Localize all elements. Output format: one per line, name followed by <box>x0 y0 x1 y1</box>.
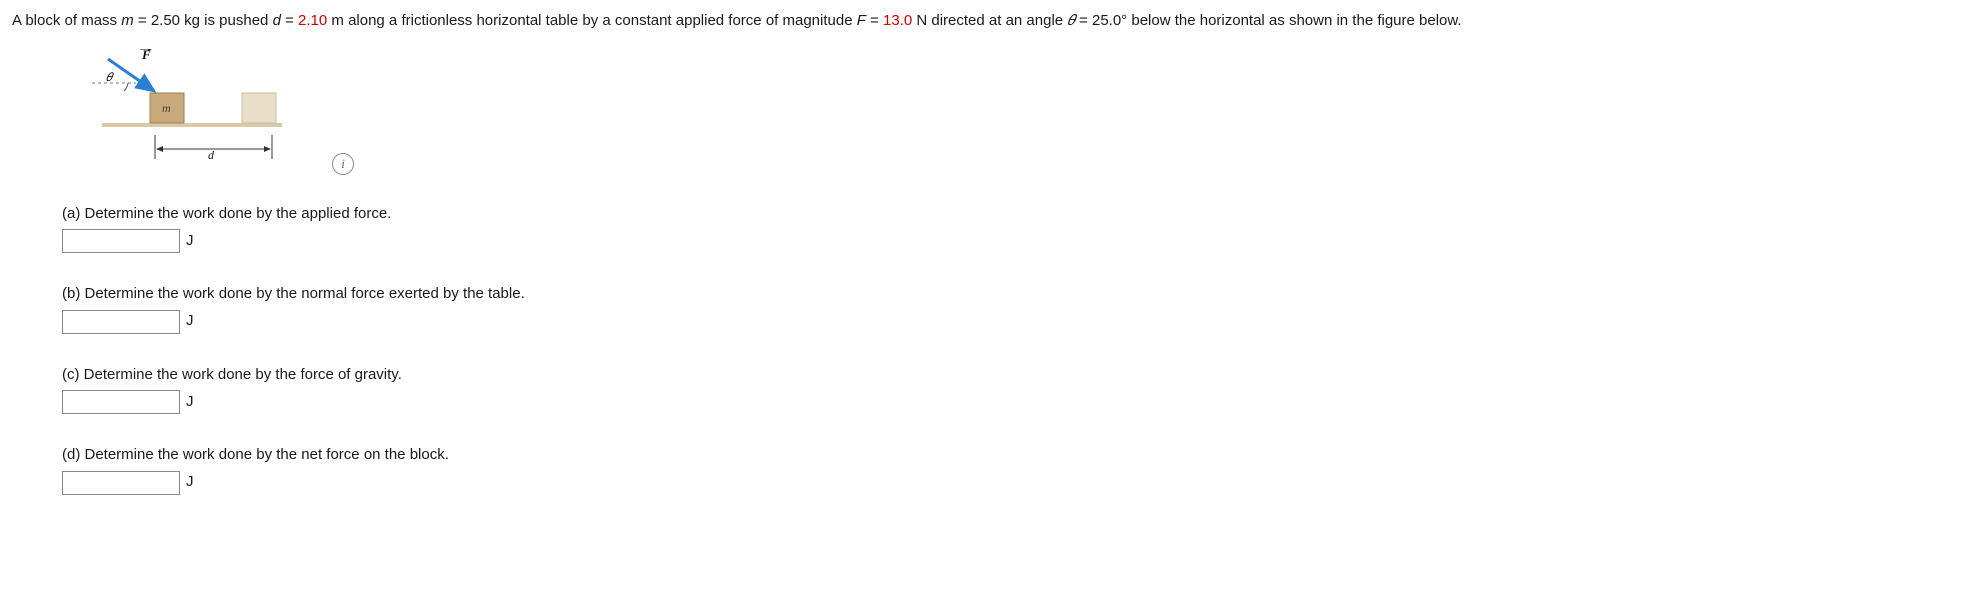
part-c-input[interactable] <box>62 390 180 414</box>
part-d-unit: J <box>186 471 194 494</box>
text-fragment: A block of mass <box>12 12 121 29</box>
part-a: (a) Determine the work done by the appli… <box>62 203 1952 254</box>
part-a-input[interactable] <box>62 229 180 253</box>
text-fragment: m along a frictionless horizontal table … <box>327 12 856 29</box>
problem-statement: A block of mass m = 2.50 kg is pushed d … <box>12 10 1952 33</box>
figure-d-label: d <box>208 148 215 162</box>
text-fragment: = 2.50 kg is pushed <box>134 12 273 29</box>
problem-figure: F 𝜃 m d <box>72 49 282 179</box>
text-fragment: = <box>281 12 298 29</box>
part-d-label: (d) Determine the work done by the net f… <box>62 444 1952 467</box>
text-fragment: N directed at an angle <box>912 12 1067 29</box>
part-d: (d) Determine the work done by the net f… <box>62 444 1952 495</box>
figure-m-label: m <box>162 101 171 115</box>
symbol-theta: 𝜃 <box>1067 12 1075 29</box>
part-b-input[interactable] <box>62 310 180 334</box>
part-b-unit: J <box>186 310 194 333</box>
value-d: 2.10 <box>298 12 327 29</box>
part-d-input[interactable] <box>62 471 180 495</box>
part-a-label: (a) Determine the work done by the appli… <box>62 203 1952 226</box>
figure-F-label: F <box>141 49 151 62</box>
part-c-unit: J <box>186 391 194 414</box>
text-fragment: = 25.0° below the horizontal as shown in… <box>1075 12 1462 29</box>
symbol-m: m <box>121 12 134 29</box>
text-fragment: = <box>866 12 883 29</box>
info-icon[interactable]: i <box>332 153 354 175</box>
part-c-label: (c) Determine the work done by the force… <box>62 364 1952 387</box>
symbol-F: F <box>857 12 866 29</box>
value-F: 13.0 <box>883 12 912 29</box>
symbol-d: d <box>273 12 281 29</box>
part-a-unit: J <box>186 230 194 253</box>
part-b: (b) Determine the work done by the norma… <box>62 283 1952 334</box>
figure-theta-label: 𝜃 <box>106 70 115 84</box>
part-c: (c) Determine the work done by the force… <box>62 364 1952 415</box>
part-b-label: (b) Determine the work done by the norma… <box>62 283 1952 306</box>
